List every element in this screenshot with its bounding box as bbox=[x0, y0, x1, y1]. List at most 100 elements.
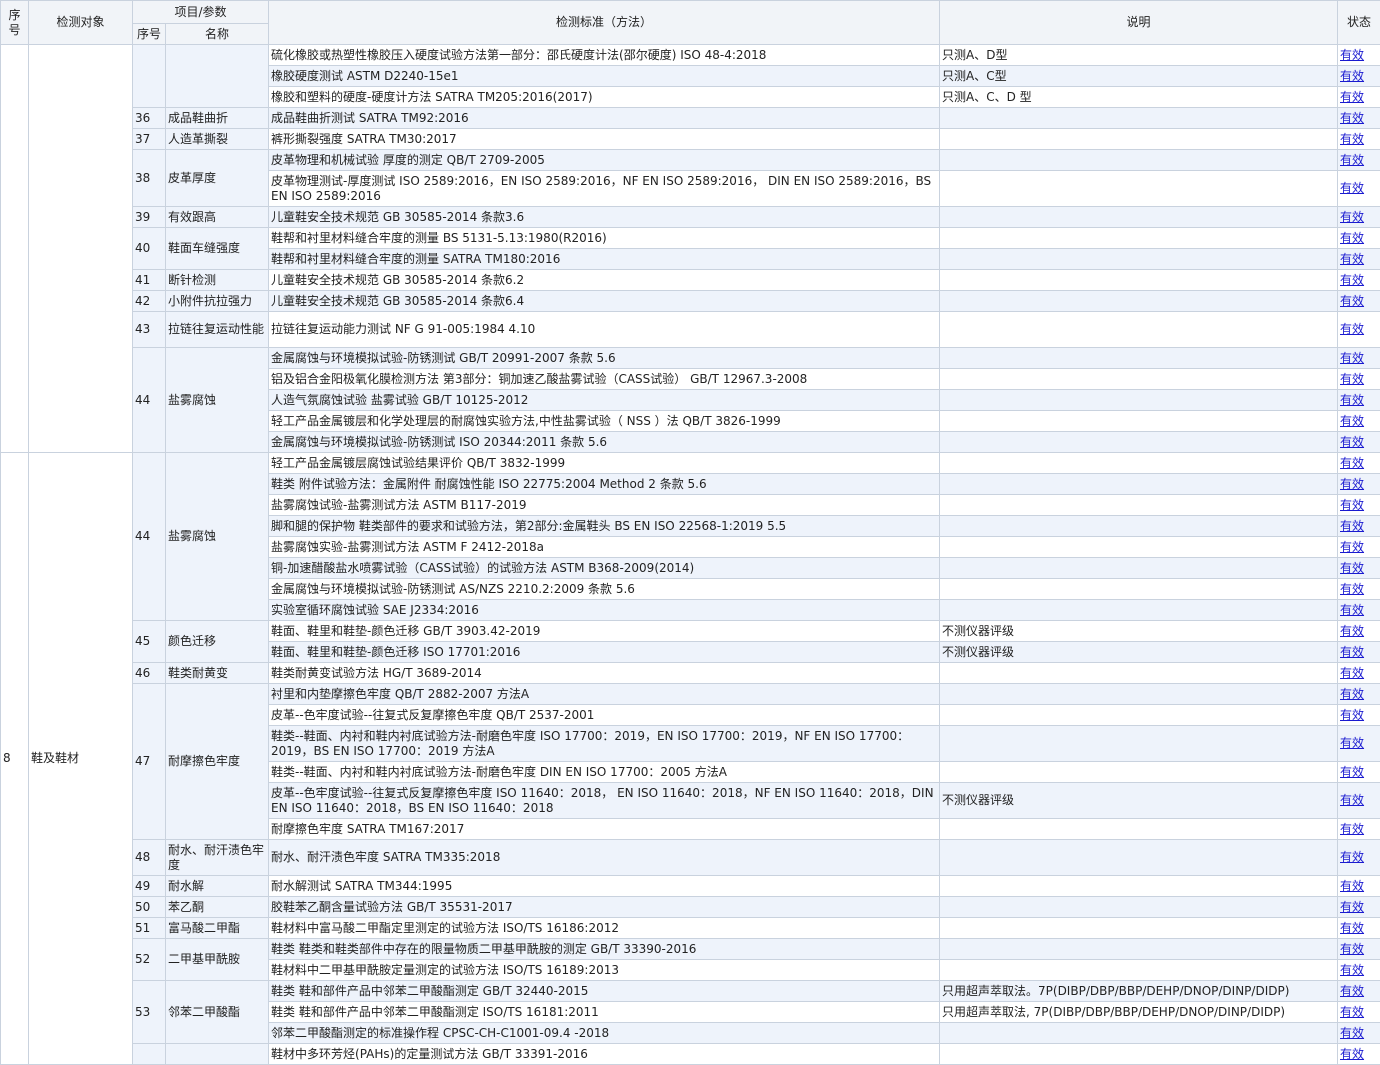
status-link[interactable]: 有效 bbox=[1340, 645, 1364, 659]
standard-cell: 儿童鞋安全技术规范 GB 30585-2014 条款6.4 bbox=[269, 291, 940, 312]
status-link[interactable]: 有效 bbox=[1340, 498, 1364, 512]
status-link[interactable]: 有效 bbox=[1340, 48, 1364, 62]
header-note: 说明 bbox=[940, 1, 1338, 45]
status-link[interactable]: 有效 bbox=[1340, 414, 1364, 428]
status-cell: 有效 bbox=[1338, 762, 1380, 783]
status-link[interactable]: 有效 bbox=[1340, 624, 1364, 638]
status-link[interactable]: 有效 bbox=[1340, 687, 1364, 701]
note-cell: 只测A、C、D 型 bbox=[940, 87, 1338, 108]
item-code: 45 bbox=[133, 621, 166, 663]
standard-cell: 耐水、耐汗渍色牢度 SATRA TM335:2018 bbox=[269, 840, 940, 876]
status-link[interactable]: 有效 bbox=[1340, 540, 1364, 554]
status-link[interactable]: 有效 bbox=[1340, 322, 1364, 336]
standard-cell: 耐水解测试 SATRA TM344:1995 bbox=[269, 876, 940, 897]
status-link[interactable]: 有效 bbox=[1340, 132, 1364, 146]
status-cell: 有效 bbox=[1338, 1002, 1380, 1023]
status-cell: 有效 bbox=[1338, 228, 1380, 249]
status-link[interactable]: 有效 bbox=[1340, 736, 1364, 750]
status-link[interactable]: 有效 bbox=[1340, 603, 1364, 617]
status-cell: 有效 bbox=[1338, 897, 1380, 918]
status-link[interactable]: 有效 bbox=[1340, 210, 1364, 224]
status-link[interactable]: 有效 bbox=[1340, 1026, 1364, 1040]
status-link[interactable]: 有效 bbox=[1340, 1005, 1364, 1019]
status-link[interactable]: 有效 bbox=[1340, 435, 1364, 449]
status-link[interactable]: 有效 bbox=[1340, 153, 1364, 167]
table-row: 8鞋及鞋材44盐雾腐蚀轻工产品金属镀层腐蚀试验结果评价 QB/T 3832-19… bbox=[1, 453, 1380, 474]
standard-cell: 人造气氛腐蚀试验 盐雾试验 GB/T 10125-2012 bbox=[269, 390, 940, 411]
item-name: 耐摩擦色牢度 bbox=[166, 684, 269, 840]
note-cell bbox=[940, 537, 1338, 558]
status-cell: 有效 bbox=[1338, 207, 1380, 228]
header-status: 状态 bbox=[1338, 1, 1380, 45]
status-link[interactable]: 有效 bbox=[1340, 252, 1364, 266]
status-cell: 有效 bbox=[1338, 819, 1380, 840]
status-cell: 有效 bbox=[1338, 516, 1380, 537]
item-code: 46 bbox=[133, 663, 166, 684]
status-link[interactable]: 有效 bbox=[1340, 477, 1364, 491]
note-cell bbox=[940, 291, 1338, 312]
group-seq: 8 bbox=[1, 453, 29, 1065]
status-link[interactable]: 有效 bbox=[1340, 111, 1364, 125]
table-row: 47耐摩擦色牢度衬里和内垫摩擦色牢度 QB/T 2882-2007 方法A有效 bbox=[1, 684, 1380, 705]
status-link[interactable]: 有效 bbox=[1340, 963, 1364, 977]
table-row: 45颜色迁移鞋面、鞋里和鞋垫-颜色迁移 GB/T 3903.42-2019不测仪… bbox=[1, 621, 1380, 642]
table-row: 43拉链往复运动性能拉链往复运动能力测试 NF G 91-005:1984 4.… bbox=[1, 312, 1380, 348]
standard-cell: 鞋面、鞋里和鞋垫-颜色迁移 ISO 17701:2016 bbox=[269, 642, 940, 663]
header-sub-seq: 序号 bbox=[133, 24, 166, 45]
status-link[interactable]: 有效 bbox=[1340, 850, 1364, 864]
status-link[interactable]: 有效 bbox=[1340, 942, 1364, 956]
standard-cell: 皮革物理和机械试验 厚度的测定 QB/T 2709-2005 bbox=[269, 150, 940, 171]
item-name: 断针检测 bbox=[166, 270, 269, 291]
item-name: 二甲基甲酰胺 bbox=[166, 939, 269, 981]
table-row: 49耐水解耐水解测试 SATRA TM344:1995有效 bbox=[1, 876, 1380, 897]
item-code: 39 bbox=[133, 207, 166, 228]
status-link[interactable]: 有效 bbox=[1340, 765, 1364, 779]
status-cell: 有效 bbox=[1338, 66, 1380, 87]
note-cell bbox=[940, 684, 1338, 705]
status-link[interactable]: 有效 bbox=[1340, 879, 1364, 893]
standard-cell: 儿童鞋安全技术规范 GB 30585-2014 条款6.2 bbox=[269, 270, 940, 291]
status-link[interactable]: 有效 bbox=[1340, 273, 1364, 287]
status-link[interactable]: 有效 bbox=[1340, 90, 1364, 104]
status-cell: 有效 bbox=[1338, 939, 1380, 960]
status-link[interactable]: 有效 bbox=[1340, 519, 1364, 533]
status-link[interactable]: 有效 bbox=[1340, 294, 1364, 308]
note-cell bbox=[940, 1044, 1338, 1065]
status-link[interactable]: 有效 bbox=[1340, 456, 1364, 470]
item-name: 人造革撕裂 bbox=[166, 129, 269, 150]
note-cell bbox=[940, 819, 1338, 840]
standard-cell: 橡胶和塑料的硬度-硬度计方法 SATRA TM205:2016(2017) bbox=[269, 87, 940, 108]
status-cell: 有效 bbox=[1338, 249, 1380, 270]
status-link[interactable]: 有效 bbox=[1340, 1047, 1364, 1061]
status-link[interactable]: 有效 bbox=[1340, 372, 1364, 386]
standard-cell: 鞋材料中二甲基甲酰胺定量测定的试验方法 ISO/TS 16189:2013 bbox=[269, 960, 940, 981]
table-row: 39有效跟高儿童鞋安全技术规范 GB 30585-2014 条款3.6有效 bbox=[1, 207, 1380, 228]
note-cell bbox=[940, 939, 1338, 960]
status-link[interactable]: 有效 bbox=[1340, 708, 1364, 722]
status-link[interactable]: 有效 bbox=[1340, 582, 1364, 596]
status-cell: 有效 bbox=[1338, 642, 1380, 663]
status-link[interactable]: 有效 bbox=[1340, 900, 1364, 914]
status-link[interactable]: 有效 bbox=[1340, 69, 1364, 83]
standard-cell: 耐摩擦色牢度 SATRA TM167:2017 bbox=[269, 819, 940, 840]
item-code: 49 bbox=[133, 876, 166, 897]
note-cell bbox=[940, 129, 1338, 150]
status-cell: 有效 bbox=[1338, 981, 1380, 1002]
status-link[interactable]: 有效 bbox=[1340, 921, 1364, 935]
status-cell: 有效 bbox=[1338, 684, 1380, 705]
item-name: 成品鞋曲折 bbox=[166, 108, 269, 129]
status-link[interactable]: 有效 bbox=[1340, 351, 1364, 365]
status-link[interactable]: 有效 bbox=[1340, 793, 1364, 807]
status-link[interactable]: 有效 bbox=[1340, 561, 1364, 575]
status-link[interactable]: 有效 bbox=[1340, 393, 1364, 407]
status-link[interactable]: 有效 bbox=[1340, 181, 1364, 195]
status-link[interactable]: 有效 bbox=[1340, 231, 1364, 245]
standard-cell: 实验室循环腐蚀试验 SAE J2334:2016 bbox=[269, 600, 940, 621]
status-cell: 有效 bbox=[1338, 1023, 1380, 1044]
note-cell bbox=[940, 228, 1338, 249]
status-link[interactable]: 有效 bbox=[1340, 984, 1364, 998]
item-name bbox=[166, 1044, 269, 1065]
status-link[interactable]: 有效 bbox=[1340, 822, 1364, 836]
item-code: 51 bbox=[133, 918, 166, 939]
status-link[interactable]: 有效 bbox=[1340, 666, 1364, 680]
